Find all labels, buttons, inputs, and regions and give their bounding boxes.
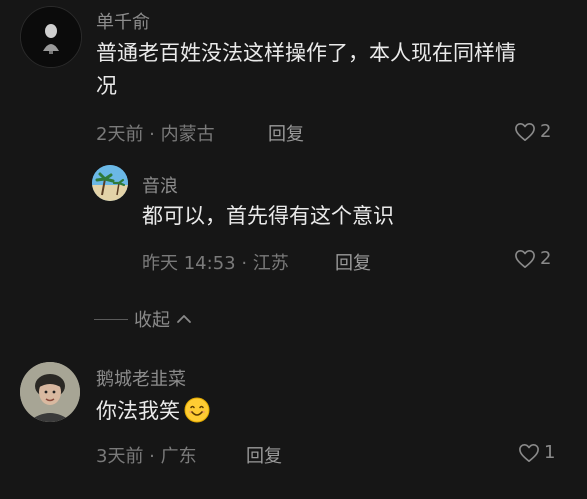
like-count: 1: [544, 442, 556, 463]
reply-button[interactable]: 回复: [335, 249, 371, 275]
heart-icon: [515, 249, 535, 268]
comment-text-value: 你法我笑: [96, 399, 180, 423]
avatar[interactable]: [20, 362, 80, 422]
avatar-person-icon: [20, 362, 80, 422]
like-count: 2: [540, 121, 552, 142]
avatar-figure-icon: [21, 7, 81, 67]
comment-username[interactable]: 单千俞: [96, 8, 150, 34]
like-button[interactable]: 2: [514, 248, 551, 269]
reply-time-location: 昨天 14:53 · 江苏: [142, 253, 289, 274]
comment-text-line: 普通老百姓没法这样操作了，本人现在同样情: [96, 41, 516, 65]
heart-icon: [515, 122, 535, 141]
comment-time-location: 2天前 · 内蒙古: [96, 124, 215, 145]
like-button[interactable]: 1: [518, 442, 555, 463]
chevron-up-icon: [177, 315, 191, 323]
smiling-face-emoji-icon: [184, 397, 210, 423]
comment-text-line: 况: [96, 74, 117, 98]
reply-text: 都可以，首先得有这个意识: [142, 204, 394, 228]
like-button[interactable]: 2: [514, 121, 551, 142]
like-count: 2: [540, 248, 552, 269]
reply-username[interactable]: 音浪: [142, 172, 178, 198]
reply-button[interactable]: 回复: [268, 120, 304, 146]
collapse-label: 收起: [134, 310, 170, 331]
comment-time-location: 3天前 · 广东: [96, 446, 197, 467]
reply-button[interactable]: 回复: [246, 442, 282, 468]
avatar-beach-icon: [92, 165, 128, 201]
comment-text: 普通老百姓没法这样操作了，本人现在同样情 况: [96, 37, 516, 103]
divider: [94, 318, 128, 320]
comment-text: 你法我笑: [96, 395, 210, 428]
heart-icon: [519, 443, 539, 462]
avatar[interactable]: [20, 6, 82, 68]
collapse-replies-button[interactable]: 收起: [94, 306, 192, 332]
avatar[interactable]: [92, 165, 128, 201]
comment-username[interactable]: 鹅城老韭菜: [96, 365, 186, 391]
